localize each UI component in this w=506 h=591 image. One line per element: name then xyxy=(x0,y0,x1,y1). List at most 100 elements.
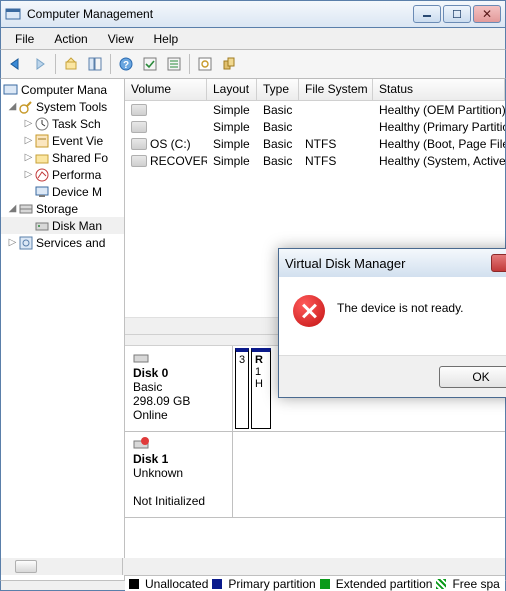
volume-row[interactable]: RECOVERYSimpleBasicNTFSHealthy (System, … xyxy=(125,152,505,169)
legend-freespace: Free spa xyxy=(452,577,499,591)
perf-icon xyxy=(34,167,50,183)
storage-icon xyxy=(18,201,34,217)
tree-tasksch[interactable]: ▷ Task Sch xyxy=(1,115,124,132)
expand-icon[interactable]: ▷ xyxy=(23,169,34,180)
partition[interactable]: R1H xyxy=(251,348,271,429)
vol-layout: Simple xyxy=(207,103,257,117)
help-button[interactable]: ? xyxy=(115,53,137,75)
tree-root[interactable]: Computer Mana xyxy=(1,81,124,98)
col-status[interactable]: Status xyxy=(373,79,505,100)
disk-type: Basic xyxy=(133,380,224,394)
vol-status: Healthy (Primary Partitio xyxy=(373,120,505,134)
disk-type: Unknown xyxy=(133,466,224,480)
up-button[interactable] xyxy=(60,53,82,75)
tree-hscroll[interactable] xyxy=(1,558,123,575)
window-titlebar: Computer Management ✕ xyxy=(0,0,506,28)
expand-icon[interactable]: ▷ xyxy=(23,135,34,146)
tree-label: Device M xyxy=(52,185,102,199)
col-volume[interactable]: Volume xyxy=(125,79,207,100)
vol-status: Healthy (OEM Partition) xyxy=(373,103,505,117)
swatch-unallocated xyxy=(129,579,139,589)
folder-icon xyxy=(34,150,50,166)
disk-1-block[interactable]: Disk 1 Unknown Not Initialized xyxy=(125,432,505,518)
menu-view[interactable]: View xyxy=(100,30,142,48)
swatch-freespace xyxy=(436,579,446,589)
tree-devicem[interactable]: Device M xyxy=(1,183,124,200)
tree-storage[interactable]: ◢ Storage xyxy=(1,200,124,217)
tree-services[interactable]: ▷ Services and xyxy=(1,234,124,251)
back-button[interactable] xyxy=(5,53,27,75)
list-hscroll-bottom[interactable] xyxy=(123,558,505,575)
tree-root-label: Computer Mana xyxy=(21,83,107,97)
vol-type: Basic xyxy=(257,120,299,134)
part-label: R xyxy=(255,354,263,366)
minimize-button[interactable] xyxy=(413,5,441,23)
partition[interactable]: 3 xyxy=(235,348,249,429)
window-title: Computer Management xyxy=(27,7,413,21)
collapse-icon[interactable]: ◢ xyxy=(7,101,18,112)
vol-fs: NTFS xyxy=(299,154,373,168)
tree-label: Disk Man xyxy=(52,219,102,233)
tree-pane[interactable]: Computer Mana ◢ System Tools ▷ Task Sch ▷… xyxy=(1,79,125,580)
volume-header-row: Volume Layout Type File System Status xyxy=(125,79,505,101)
menu-bar: File Action View Help xyxy=(0,28,506,49)
tree-label: Performa xyxy=(52,168,101,182)
vol-layout: Simple xyxy=(207,120,257,134)
show-hide-tree-button[interactable] xyxy=(84,53,106,75)
tree-diskman[interactable]: Disk Man xyxy=(1,217,124,234)
tree-label: Storage xyxy=(36,202,78,216)
swatch-primary xyxy=(212,579,222,589)
volume-row[interactable]: OS (C:)SimpleBasicNTFSHealthy (Boot, Pag… xyxy=(125,135,505,152)
disk-error-icon xyxy=(133,436,149,452)
action-button-2[interactable] xyxy=(163,53,185,75)
maximize-button[interactable] xyxy=(443,5,471,23)
toolbar: ? xyxy=(0,49,506,79)
tree-eventvi[interactable]: ▷Event Vie xyxy=(1,132,124,149)
event-icon xyxy=(34,133,50,149)
vol-type: Basic xyxy=(257,103,299,117)
expand-icon[interactable]: ▷ xyxy=(23,118,34,129)
disk-icon xyxy=(133,350,149,366)
disk-title: Disk 1 xyxy=(133,452,224,466)
part-size: 3 xyxy=(239,354,245,366)
ok-button[interactable]: OK xyxy=(439,366,506,388)
clock-icon xyxy=(34,116,50,132)
action-button-1[interactable] xyxy=(139,53,161,75)
menu-help[interactable]: Help xyxy=(146,30,187,48)
expand-icon[interactable]: ▷ xyxy=(7,237,18,248)
tree-label: Task Sch xyxy=(52,117,101,131)
disk-0-header: Disk 0 Basic 298.09 GB Online xyxy=(125,346,233,431)
dialog-close-button[interactable]: ✕ xyxy=(491,254,506,272)
vol-type: Basic xyxy=(257,154,299,168)
col-filesystem[interactable]: File System xyxy=(299,79,373,100)
tree-label: Shared Fo xyxy=(52,151,108,165)
settings-button[interactable] xyxy=(218,53,240,75)
volume-row[interactable]: SimpleBasic Healthy (OEM Partition) xyxy=(125,101,505,118)
volume-rows: SimpleBasicHealthy (OEM Partition) Simpl… xyxy=(125,101,505,169)
close-button[interactable]: ✕ xyxy=(473,5,501,23)
tree-systools-label: System Tools xyxy=(36,100,107,114)
menu-action[interactable]: Action xyxy=(46,30,95,48)
col-layout[interactable]: Layout xyxy=(207,79,257,100)
vol-fs: NTFS xyxy=(299,137,373,151)
drive-icon xyxy=(131,104,147,116)
menu-file[interactable]: File xyxy=(7,30,42,48)
forward-button[interactable] xyxy=(29,53,51,75)
collapse-icon[interactable]: ◢ xyxy=(7,203,18,214)
legend-primary: Primary partition xyxy=(228,577,315,591)
tree-systools[interactable]: ◢ System Tools xyxy=(1,98,124,115)
app-icon xyxy=(5,6,21,22)
col-type[interactable]: Type xyxy=(257,79,299,100)
dialog-title: Virtual Disk Manager xyxy=(285,256,491,271)
bottom-scrollbars xyxy=(1,558,505,575)
disk-1-header: Disk 1 Unknown Not Initialized xyxy=(125,432,233,517)
expand-icon[interactable]: ▷ xyxy=(23,152,34,163)
disk-size: 298.09 GB xyxy=(133,394,224,408)
tools-icon xyxy=(18,99,34,115)
tree-sharedfo[interactable]: ▷ Shared Fo xyxy=(1,149,124,166)
refresh-button[interactable] xyxy=(194,53,216,75)
volume-row[interactable]: SimpleBasic Healthy (Primary Partitio xyxy=(125,118,505,135)
tree-label: Services and xyxy=(36,236,105,250)
tree-performa[interactable]: ▷ Performa xyxy=(1,166,124,183)
error-icon xyxy=(293,295,325,327)
